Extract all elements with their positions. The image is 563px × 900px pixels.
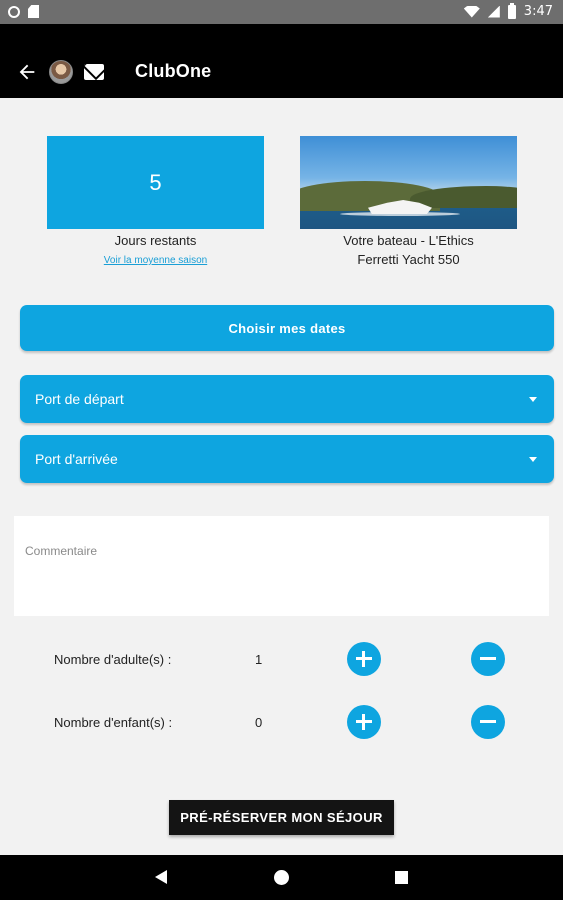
status-bar: 3:47 [0,0,563,24]
adults-plus-button[interactable] [347,642,381,676]
back-arrow-icon[interactable] [16,61,38,83]
dropdown-caret-icon [529,457,537,462]
boat-image [300,136,517,229]
pre-book-button[interactable]: PRÉ-RÉSERVER MON SÉJOUR [169,800,394,835]
days-remaining-label: Jours restants [114,233,197,248]
signal-icon [487,5,500,18]
app-bar: ClubOne [0,24,563,98]
comment-placeholder: Commentaire [25,544,98,558]
arrival-port-select[interactable]: Port d'arrivée [20,435,554,483]
children-count: 0 [255,715,263,730]
season-average-link[interactable]: Voir la moyenne saison [47,255,264,266]
comment-field[interactable]: Commentaire [14,516,549,616]
arrival-port-label: Port d'arrivée [35,451,118,467]
notification-icon [8,5,20,18]
departure-port-label: Port de départ [35,391,124,407]
dropdown-caret-icon [529,397,537,402]
nav-recents-icon[interactable] [395,871,408,884]
boat-model-label: Ferretti Yacht 550 [357,252,460,267]
days-remaining-box: 5 [47,136,264,229]
children-label: Nombre d'enfant(s) : [54,715,173,730]
adults-minus-button[interactable] [471,642,505,676]
departure-port-select[interactable]: Port de départ [20,375,554,423]
days-remaining-value: 5 [149,169,162,195]
sd-card-icon [28,5,39,18]
adults-count: 1 [255,652,263,667]
wifi-icon [463,5,480,18]
mail-icon[interactable] [84,64,104,80]
children-minus-button[interactable] [471,705,505,739]
children-plus-button[interactable] [347,705,381,739]
nav-back-icon[interactable] [155,870,167,884]
boat-name-label: Votre bateau - L'Ethics [343,233,474,248]
status-time: 3:47 [523,4,553,19]
avatar[interactable] [49,60,73,84]
choose-dates-button[interactable]: Choisir mes dates [20,305,554,351]
system-nav-bar [0,855,563,900]
adults-label: Nombre d'adulte(s) : [54,652,172,667]
page-title: ClubOne [135,61,212,81]
battery-icon [507,2,516,19]
nav-home-icon[interactable] [274,870,289,885]
